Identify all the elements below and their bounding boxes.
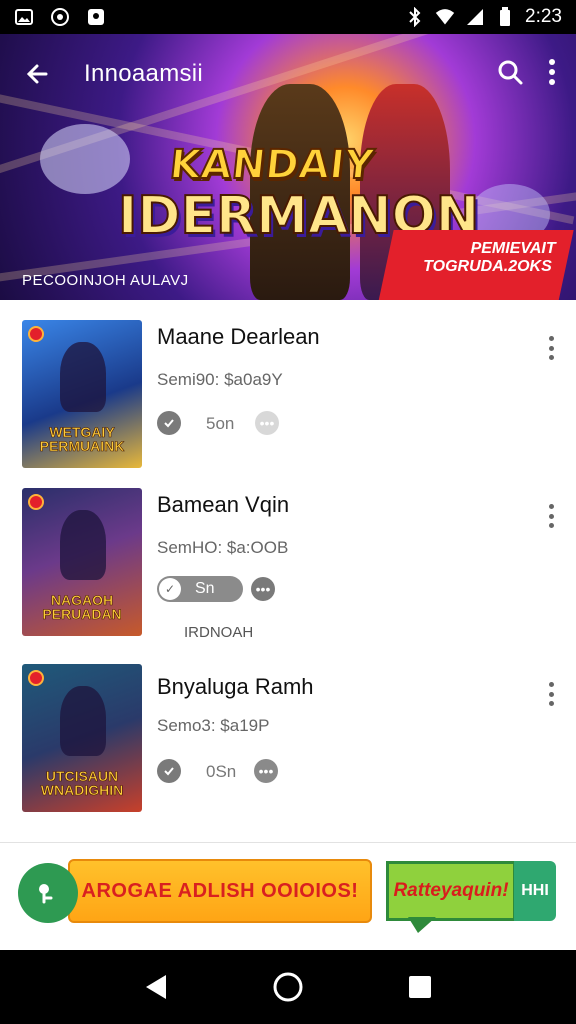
battery-icon (495, 7, 515, 27)
whatsapp-icon (50, 7, 70, 27)
game-thumbnail[interactable]: UTCISAUN WNADIGHIN (22, 664, 142, 812)
home-circle-icon[interactable] (268, 967, 308, 1007)
item-meta: 0Sn (206, 762, 237, 781)
flying-creature-illustration (40, 124, 130, 194)
recents-square-icon[interactable] (400, 967, 440, 1007)
thumbnail-title-line2: PERUADAN (42, 606, 122, 623)
ad-download-icon[interactable] (18, 863, 78, 923)
status-tag: IRDNOAH (184, 624, 254, 641)
system-nav-bar (0, 950, 576, 1024)
character-illustration (60, 510, 106, 580)
hero-banner[interactable]: Innoaamsii KANDAIY IDERMANON PECOOINJOH … (0, 34, 576, 300)
item-price: SemHO: $a:OOB (157, 538, 289, 557)
more-vert-icon[interactable] (548, 58, 556, 91)
play-pill-button[interactable]: ✓ Sn (157, 576, 243, 602)
list-item[interactable]: UTCISAUN WNADIGHIN Bnyaluga Ramh Semo3: … (0, 646, 576, 812)
thumbnail-title: WETGAIY PERMUAINK (28, 423, 136, 455)
search-icon[interactable] (496, 58, 524, 91)
clock: 2:23 (525, 6, 562, 27)
thumbnail-title-line2: WNADIGHIN (40, 782, 124, 799)
page-title: Innoaamsii (84, 60, 204, 87)
ad-side-button[interactable]: HHI (514, 861, 556, 921)
game-logo-line1: KANDAIY (167, 141, 377, 189)
ad-banner[interactable]: AROGAE ADLISH OOIOIOS! Ratteyaquin! HHI (0, 842, 576, 950)
item-price: Semi90: $a0a9Y (157, 370, 283, 389)
check-icon[interactable] (157, 759, 181, 783)
back-arrow-icon[interactable] (20, 56, 56, 92)
thumbnail-title-line1: WETGAIY (49, 423, 115, 440)
game-badge-icon (28, 670, 44, 686)
promo-badge-line2: TOGRUDA.2OKS (423, 258, 552, 275)
promo-badge-line1: PEMIEVAIT (470, 240, 556, 257)
list-item[interactable]: NAGAOH PERUADAN Bamean Vqin SemHO: $a:OO… (0, 468, 576, 641)
game-badge-icon (28, 494, 44, 510)
item-menu-icon[interactable] (546, 682, 556, 706)
check-icon: ✓ (159, 578, 181, 600)
game-thumbnail[interactable]: NAGAOH PERUADAN (22, 488, 142, 636)
character-illustration (60, 342, 106, 412)
thumbnail-title: NAGAOH PERUADAN (28, 591, 136, 623)
more-horiz-icon[interactable]: ••• (251, 577, 275, 601)
app-toolbar: Innoaamsii (0, 54, 576, 94)
thumbnail-title-line2: PERMUAINK (39, 438, 125, 455)
status-bar: 2:23 (0, 0, 576, 34)
pill-label: Sn (195, 580, 215, 597)
thumbnail-title-line1: UTCISAUN (45, 767, 119, 784)
wifi-icon (435, 7, 455, 27)
thumbnail-title-line1: NAGAOH (50, 591, 114, 608)
item-menu-icon[interactable] (546, 336, 556, 360)
check-icon[interactable] (157, 411, 181, 435)
speech-bubble-tail (408, 917, 436, 933)
more-horiz-icon[interactable]: ••• (254, 759, 278, 783)
item-menu-icon[interactable] (546, 504, 556, 528)
game-badge-icon (28, 326, 44, 342)
ad-cta-button[interactable]: AROGAE ADLISH OOIOIOS! (68, 859, 372, 923)
signal-icon (465, 7, 485, 27)
item-price: Semo3: $a19P (157, 716, 270, 735)
more-horiz-icon[interactable]: ••• (255, 411, 279, 435)
promo-badge[interactable]: PEMIEVAIT TOGRUDA.2OKS (378, 230, 574, 300)
back-triangle-icon[interactable] (136, 967, 176, 1007)
bluetooth-icon (405, 7, 425, 27)
item-meta: 5on (206, 414, 235, 433)
item-title: Maane Dearlean (157, 324, 320, 349)
game-thumbnail[interactable]: WETGAIY PERMUAINK (22, 320, 142, 468)
item-title: Bnyaluga Ramh (157, 674, 314, 699)
item-title: Bamean Vqin (157, 492, 290, 517)
image-icon (14, 7, 34, 27)
notification-icon (86, 7, 106, 27)
list-item[interactable]: WETGAIY PERMUAINK Maane Dearlean Semi90:… (0, 300, 576, 468)
hero-caption: PECOOINJOH AULAVJ (22, 272, 189, 289)
thumbnail-title: UTCISAUN WNADIGHIN (28, 767, 136, 799)
character-illustration (60, 686, 106, 756)
ad-speech-bubble[interactable]: Ratteyaquin! (386, 861, 516, 921)
